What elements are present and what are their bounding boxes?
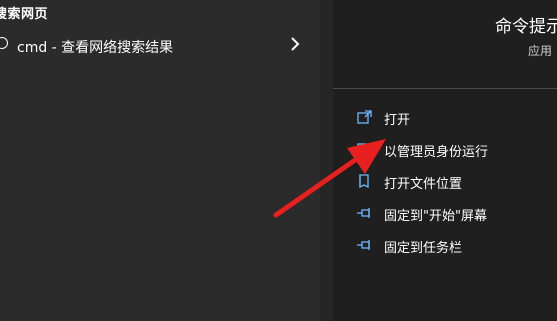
admin-shield-icon [357,143,372,154]
app-type: 应用 [528,44,553,58]
action-pin-to-start[interactable]: 固定到"开始"屏幕 [333,198,557,228]
folder-location-icon [359,174,369,189]
action-pin-to-taskbar-label: 固定到任务栏 [384,241,463,256]
panel-divider [320,0,333,321]
app-title: 命令提示 [495,17,557,37]
section-header-web: 搜索网页 [0,7,49,22]
result-query: cmd [17,40,48,56]
open-icon [357,110,372,124]
action-open[interactable]: 打开 [333,102,557,132]
chevron-right-icon[interactable] [288,36,302,52]
result-description: - 查看网络搜索结果 [47,40,174,56]
action-open-label: 打开 [384,113,411,128]
result-text: cmd - 查看网络搜索结果 [17,37,173,57]
action-open-file-location-label: 打开文件位置 [384,177,463,192]
header-divider [333,88,557,89]
web-search-result-cmd[interactable]: cmd - 查看网络搜索结果 [0,32,320,60]
pin-icon [357,208,370,218]
action-run-as-admin[interactable]: 以管理员身份运行 [333,134,557,164]
action-pin-to-start-label: 固定到"开始"屏幕 [384,209,487,224]
search-icon [0,37,8,49]
action-open-file-location[interactable]: 打开文件位置 [333,166,557,196]
pin-icon [357,240,370,250]
action-pin-to-taskbar[interactable]: 固定到任务栏 [333,230,557,260]
search-results-panel: 搜索网页 cmd - 查看网络搜索结果 [0,0,320,321]
action-run-as-admin-label: 以管理员身份运行 [384,145,489,160]
